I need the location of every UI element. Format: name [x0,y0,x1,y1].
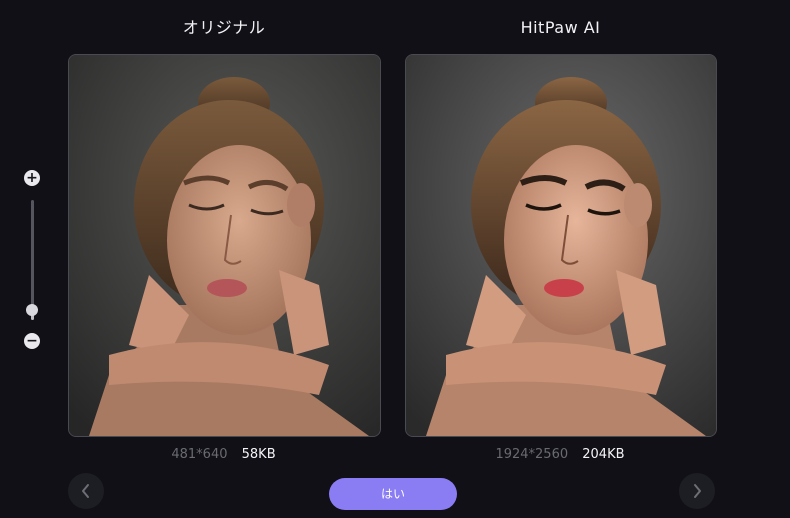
original-file-size: 58KB [241,447,276,462]
original-image [68,54,381,437]
zoom-out-icon[interactable]: − [24,333,40,349]
yes-button[interactable]: はい [329,478,457,510]
chevron-right-icon [694,484,701,498]
enhanced-photo [406,55,716,436]
zoom-in-icon[interactable]: + [24,170,40,186]
comparison-dialog: オリジナル HitPaw AI + − 481*640 58KB 1924*25… [0,0,790,518]
enhanced-title: HitPaw AI [520,18,601,37]
original-photo [69,55,380,436]
original-meta: 481*640 58KB [68,445,379,465]
zoom-slider-track[interactable] [31,200,34,320]
next-button[interactable] [679,473,715,509]
original-dimensions: 481*640 [171,447,228,462]
enhanced-file-size: 204KB [582,447,625,462]
zoom-slider-handle[interactable] [26,304,38,317]
previous-button[interactable] [68,473,104,509]
enhanced-meta: 1924*2560 204KB [405,445,715,465]
enhanced-dimensions: 1924*2560 [495,447,569,462]
original-title: オリジナル [182,18,266,37]
chevron-left-icon [82,484,89,498]
enhanced-image [405,54,717,437]
